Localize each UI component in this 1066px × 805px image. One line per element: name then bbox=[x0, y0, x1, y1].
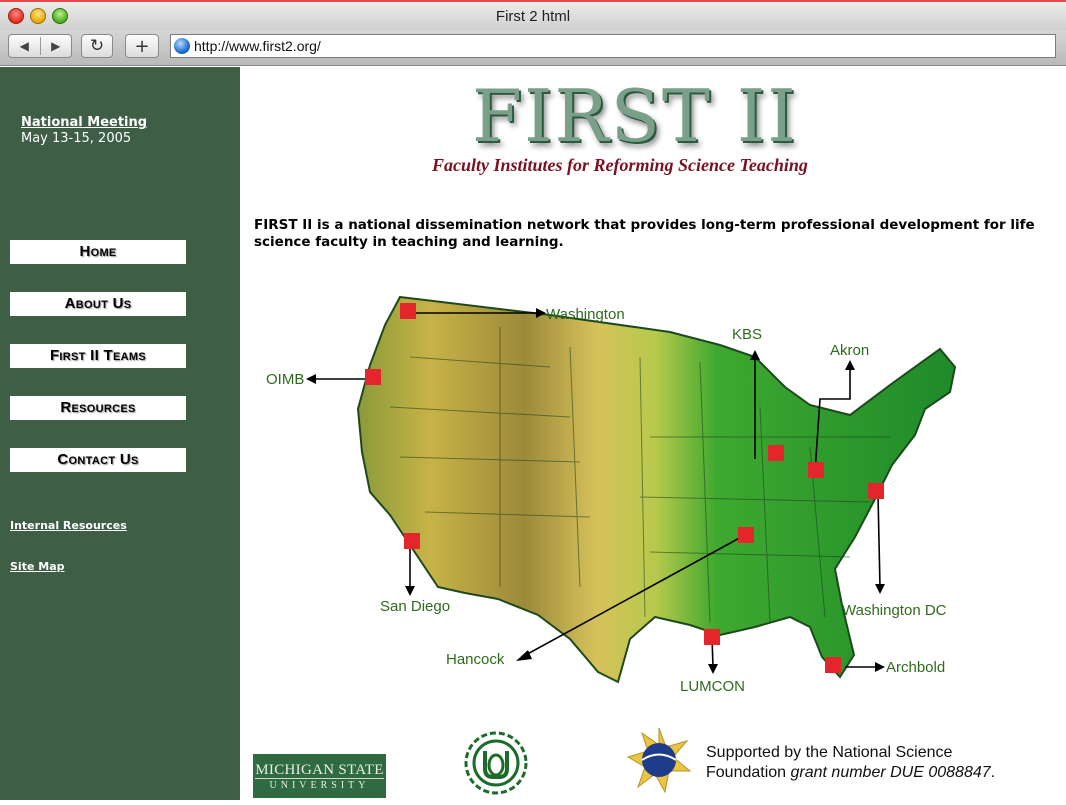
back-forward-control: ◀ ▶ bbox=[8, 34, 72, 58]
map-label-san-diego: San Diego bbox=[380, 598, 450, 615]
map-label-akron: Akron bbox=[830, 342, 869, 359]
support-line2: Foundation grant number DUE 0088847. bbox=[706, 763, 995, 783]
msu-logo[interactable]: MICHIGAN STATE UNIVERSITY bbox=[253, 754, 386, 798]
laurel-seal-icon bbox=[464, 731, 528, 795]
intro-paragraph: FIRST II is a national dissemination net… bbox=[254, 217, 1035, 250]
browser-toolbar: ◀ ▶ ↻ + http://www.first2.org/ bbox=[0, 30, 1066, 66]
msu-logo-line1: MICHIGAN STATE bbox=[255, 762, 384, 779]
plus-icon: + bbox=[134, 35, 150, 57]
main-content: FIRST II Faculty Institutes for Reformin… bbox=[240, 67, 1066, 800]
first-ii-logo: FIRST II bbox=[472, 74, 798, 158]
us-map: Washington OIMB KBS Akron San Diego Wash… bbox=[250, 287, 990, 707]
meeting-announcement: National Meeting May 13-15, 2005 bbox=[21, 115, 147, 147]
reload-icon: ↻ bbox=[89, 36, 105, 56]
marker-washington bbox=[400, 303, 416, 319]
window-titlebar: First 2 html bbox=[0, 0, 1066, 30]
nsf-globe-icon bbox=[626, 727, 692, 794]
map-label-hancock: Hancock bbox=[446, 651, 505, 668]
internal-resources-link[interactable]: Internal Resources bbox=[10, 519, 127, 532]
address-bar[interactable]: http://www.first2.org/ bbox=[170, 34, 1056, 58]
forward-arrow-icon[interactable]: ▶ bbox=[41, 39, 72, 53]
nav-first-ii-teams-button[interactable]: First II Teams bbox=[10, 344, 186, 368]
site-map-link[interactable]: Site Map bbox=[10, 560, 64, 573]
marker-oimb bbox=[365, 369, 381, 385]
reload-button[interactable]: ↻ bbox=[81, 34, 113, 58]
logo-subtitle: Faculty Institutes for Reforming Science… bbox=[432, 155, 808, 175]
support-line1: Supported by the National Science bbox=[706, 744, 953, 761]
marker-archbold bbox=[825, 657, 841, 673]
marker-lumcon bbox=[704, 629, 720, 645]
map-label-washington: Washington bbox=[546, 306, 625, 323]
map-label-archbold: Archbold bbox=[886, 659, 945, 676]
url-text[interactable]: http://www.first2.org/ bbox=[194, 38, 321, 54]
marker-hancock bbox=[738, 527, 754, 543]
us-map-graphic: Washington OIMB KBS Akron San Diego Wash… bbox=[266, 295, 957, 695]
map-label-lumcon: LUMCON bbox=[680, 678, 745, 695]
marker-kbs bbox=[768, 445, 784, 461]
globe-icon bbox=[174, 38, 190, 54]
add-bookmark-button[interactable]: + bbox=[125, 34, 159, 58]
grant-number: grant number DUE 0088847 bbox=[790, 764, 991, 781]
meeting-link[interactable]: National Meeting bbox=[21, 115, 147, 131]
university-seal-logo[interactable] bbox=[458, 725, 534, 801]
nav-about-us-button[interactable]: About Us bbox=[10, 292, 186, 316]
nav-home-button[interactable]: Home bbox=[10, 240, 186, 264]
nav-resources-button[interactable]: Resources bbox=[10, 396, 186, 420]
map-label-kbs: KBS bbox=[732, 326, 762, 343]
marker-san-diego bbox=[404, 533, 420, 549]
meeting-dates: May 13-15, 2005 bbox=[21, 131, 132, 146]
window-title: First 2 html bbox=[495, 8, 571, 25]
nav-contact-us-button[interactable]: Contact Us bbox=[10, 448, 186, 472]
map-label-washington-dc: Washington DC bbox=[842, 602, 947, 619]
back-arrow-icon[interactable]: ◀ bbox=[9, 39, 40, 53]
support-statement: Supported by the National Science Founda… bbox=[706, 743, 995, 783]
support-suffix: . bbox=[990, 764, 996, 781]
nsf-logo[interactable] bbox=[626, 727, 692, 794]
marker-washington-dc bbox=[868, 483, 884, 499]
support-line2-prefix: Foundation bbox=[706, 764, 791, 781]
sidebar: National Meeting May 13-15, 2005 Home Ab… bbox=[0, 67, 240, 800]
msu-logo-line2: UNIVERSITY bbox=[269, 780, 370, 791]
marker-akron bbox=[808, 462, 824, 478]
map-label-oimb: OIMB bbox=[266, 371, 304, 388]
